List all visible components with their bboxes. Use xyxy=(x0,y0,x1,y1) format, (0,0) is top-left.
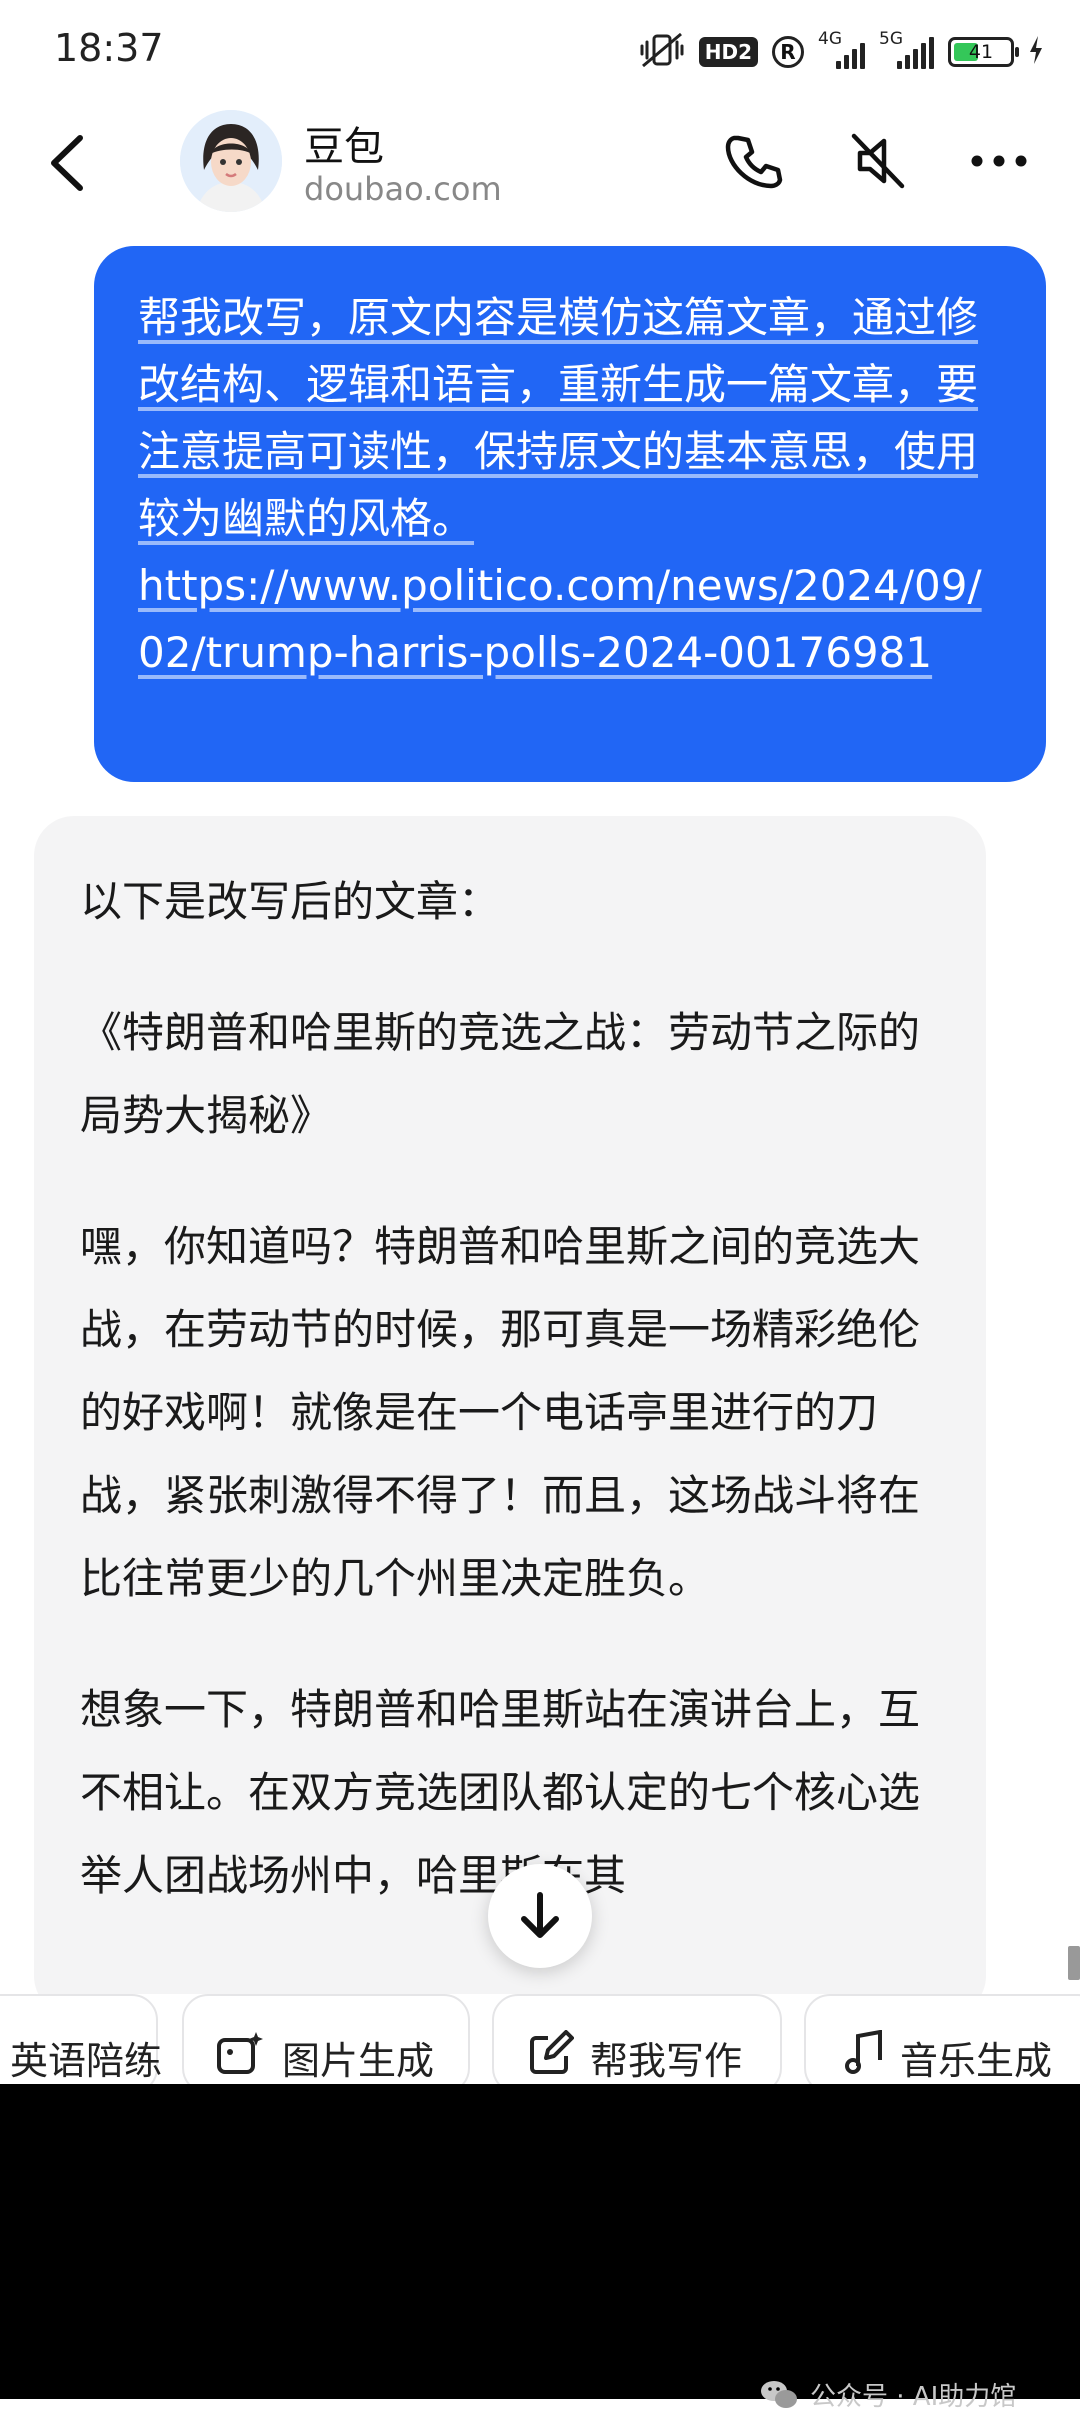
avatar[interactable] xyxy=(180,110,282,212)
back-button[interactable] xyxy=(40,128,100,198)
watermark-text: 公众号 · AI助力馆 xyxy=(810,2382,1017,2412)
watermark: 公众号 · AI助力馆 xyxy=(760,2376,1016,2413)
quick-action-label: 帮我写作 xyxy=(590,2039,743,2083)
user-message-text: 帮我改写，原文内容是模仿这篇文章，通过修改结构、逻辑和语言，重新生成一篇文章，要… xyxy=(138,284,984,686)
wechat-icon xyxy=(761,2380,797,2408)
more-options-button[interactable] xyxy=(964,126,1034,196)
signal-4g-icon: 4G xyxy=(818,29,865,69)
battery-icon: 41 xyxy=(948,37,1019,67)
pen-write-icon xyxy=(530,2030,574,2074)
quick-action-music-generation[interactable]: 音乐生成 xyxy=(804,1994,1080,2084)
arrow-down-icon xyxy=(521,1892,559,1938)
speaker-off-icon xyxy=(851,133,905,189)
scrollbar-thumb[interactable] xyxy=(1068,1946,1080,1980)
article-title: 《特朗普和哈里斯的竞选之战：劳动节之际的局势大揭秘》 xyxy=(80,1008,921,1140)
article-paragraph: 嘿，你知道吗？特朗普和哈里斯之间的竞选大战，在劳动节的时候，那可真是一场精彩绝伦… xyxy=(80,1222,921,1603)
assistant-intro: 以下是改写后的文章： xyxy=(80,877,501,926)
music-note-icon xyxy=(845,2030,882,2074)
mute-speaker-button[interactable] xyxy=(842,126,912,196)
quick-action-writing[interactable]: 帮我写作 xyxy=(492,1994,782,2084)
quick-action-label: 英语陪练 xyxy=(10,2039,163,2083)
bottom-black-area xyxy=(0,2084,1080,2399)
user-message-prompt: 帮我改写，原文内容是模仿这篇文章，通过修改结构、逻辑和语言，重新生成一篇文章，要… xyxy=(138,293,979,543)
signal-5g-icon: 5G xyxy=(879,29,934,69)
assistant-message-bubble: 以下是改写后的文章： 《特朗普和哈里斯的竞选之战：劳动节之际的局势大揭秘》 嘿，… xyxy=(34,816,986,2016)
quick-action-image-generation[interactable]: 图片生成 xyxy=(182,1994,470,2084)
status-bar: 18:37 HD2 R 4G 5G 41 xyxy=(0,0,1080,100)
quick-action-english-practice[interactable]: 英语陪练 xyxy=(0,1994,162,2084)
status-icons: HD2 R 4G 5G 41 xyxy=(639,29,1044,74)
user-message-bubble[interactable]: 帮我改写，原文内容是模仿这篇文章，通过修改结构、逻辑和语言，重新生成一篇文章，要… xyxy=(94,246,1046,782)
image-sparkle-icon xyxy=(217,2032,263,2074)
quick-action-label: 图片生成 xyxy=(282,2039,435,2083)
charging-bolt-icon xyxy=(1028,35,1044,69)
quick-action-label: 音乐生成 xyxy=(900,2039,1053,2083)
phone-icon xyxy=(725,135,783,189)
user-message-link[interactable]: https://www.politico.com/news/2024/09/02… xyxy=(138,561,982,677)
quick-actions-bar: 英语陪练 图片生成 帮我写作 音乐生成 xyxy=(0,1994,1080,2084)
scroll-to-bottom-button[interactable] xyxy=(488,1864,592,1968)
hd-voice-badge: HD2 xyxy=(698,37,758,67)
more-dots-icon xyxy=(971,155,1027,167)
phone-call-button[interactable] xyxy=(718,126,788,196)
vibrate-mute-icon xyxy=(639,30,685,74)
chat-header: 豆包 doubao.com xyxy=(0,100,1080,240)
chat-subtitle: doubao.com xyxy=(304,170,502,208)
chat-title: 豆包 xyxy=(304,124,384,170)
roaming-icon: R xyxy=(772,36,804,68)
status-time: 18:37 xyxy=(54,26,164,70)
